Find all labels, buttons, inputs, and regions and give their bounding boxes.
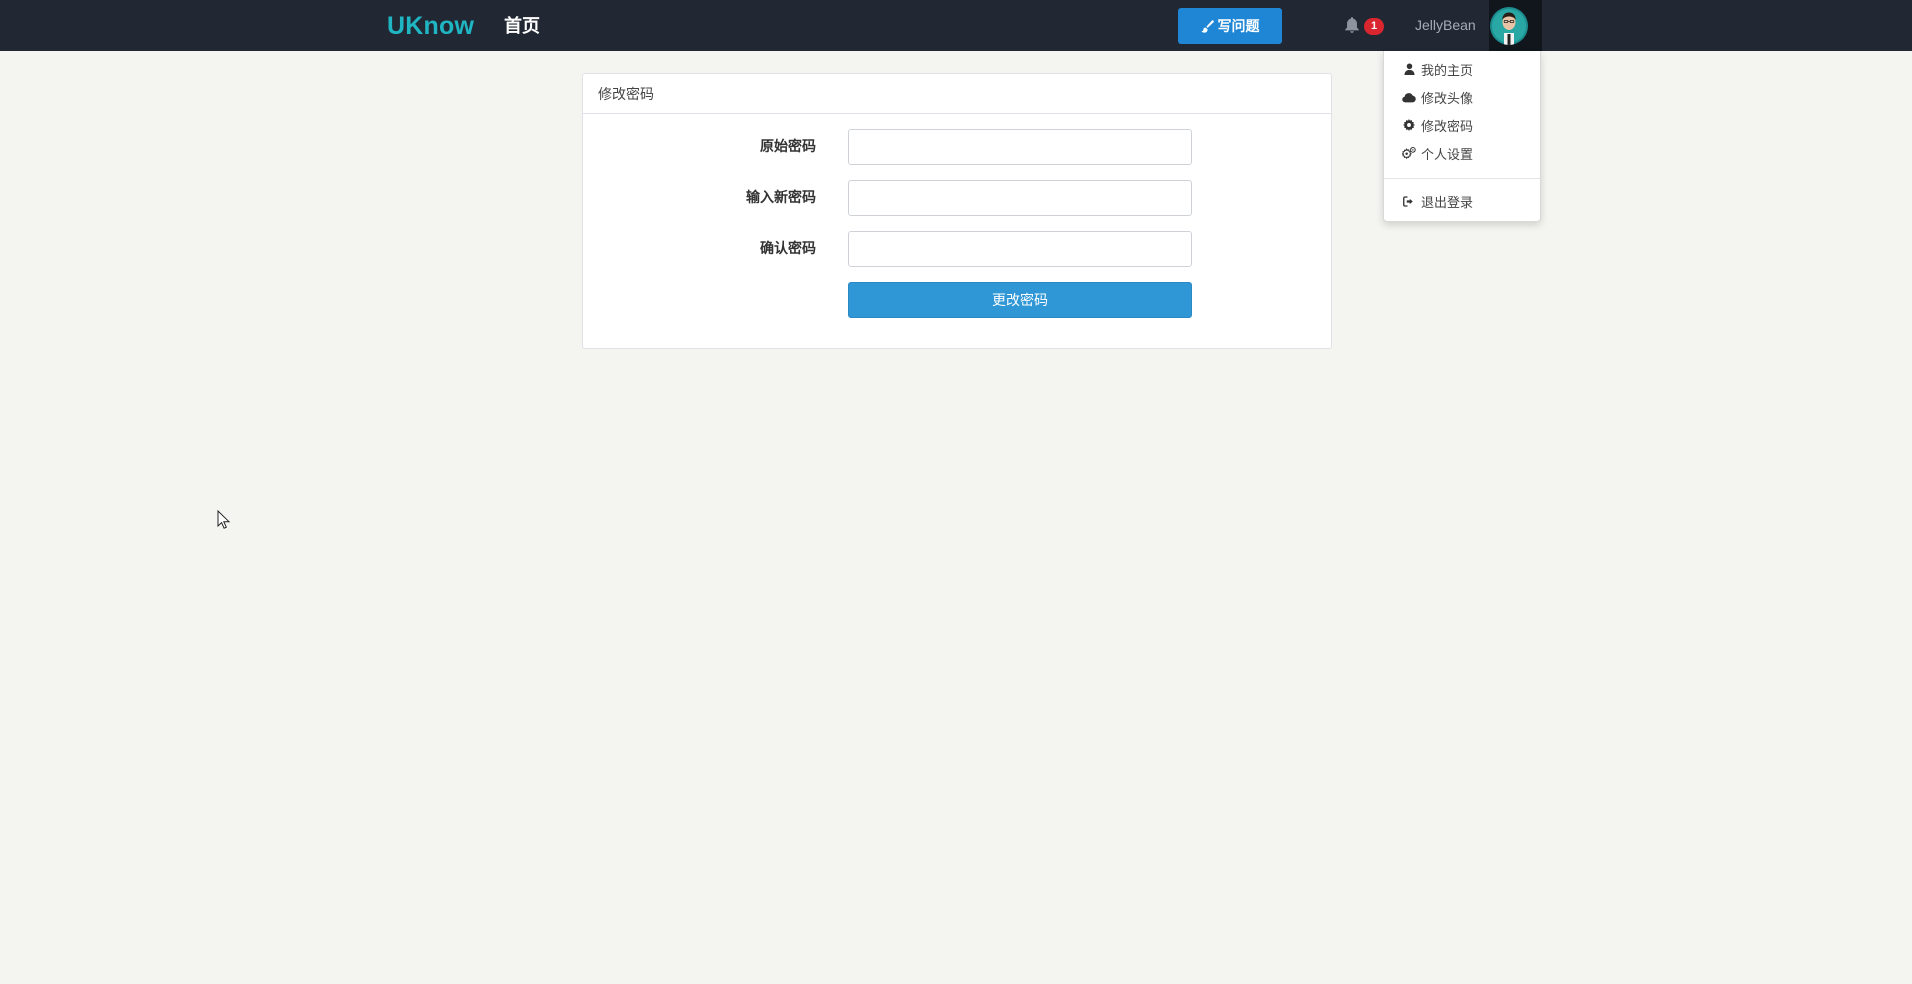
menu-item-change-password[interactable]: 修改密码: [1402, 115, 1473, 135]
write-question-label: 写问题: [1217, 18, 1260, 34]
new-password-label: 输入新密码: [746, 189, 816, 205]
menu-item-label: 修改头像: [1421, 90, 1474, 106]
menu-item-logout[interactable]: 退出登录: [1402, 191, 1473, 211]
menu-item-personal-settings[interactable]: 个人设置: [1402, 143, 1473, 163]
old-password-label: 原始密码: [760, 138, 816, 154]
notification-badge[interactable]: 1: [1364, 18, 1384, 35]
menu-item-label: 个人设置: [1421, 146, 1474, 162]
confirm-password-label: 确认密码: [760, 240, 816, 256]
user-dropdown-menu: 我的主页 修改头像 修改密码 个人设置 退出登录: [1383, 51, 1541, 222]
menu-item-change-avatar[interactable]: 修改头像: [1402, 87, 1473, 107]
change-password-panel: 修改密码 原始密码 输入新密码 确认密码 更改密码: [582, 73, 1332, 349]
new-password-input[interactable]: [848, 180, 1192, 216]
panel-title: 修改密码: [583, 74, 1331, 114]
old-password-input[interactable]: [848, 129, 1192, 165]
mouse-pointer-icon: [217, 509, 231, 530]
menu-item-my-homepage[interactable]: 我的主页: [1402, 59, 1473, 79]
gears-icon: [1402, 146, 1416, 160]
menu-item-label: 修改密码: [1421, 118, 1474, 134]
brand-logo[interactable]: UKnow: [387, 11, 474, 41]
sign-out-icon: [1402, 194, 1416, 208]
bell-icon[interactable]: [1343, 16, 1361, 34]
top-navbar: UKnow 首页 写问题 1 JellyBean: [0, 0, 1912, 51]
write-question-button[interactable]: 写问题: [1178, 8, 1282, 44]
cloud-icon: [1402, 90, 1416, 104]
menu-item-label: 退出登录: [1421, 194, 1474, 210]
menu-divider: [1384, 178, 1540, 179]
username-label[interactable]: JellyBean: [1415, 16, 1476, 34]
confirm-password-input[interactable]: [848, 231, 1192, 267]
user-icon: [1402, 62, 1416, 76]
avatar[interactable]: [1490, 7, 1528, 45]
nav-link-home[interactable]: 首页: [504, 14, 540, 38]
gear-icon: [1402, 118, 1416, 132]
change-password-button[interactable]: 更改密码: [848, 282, 1192, 318]
brush-icon: [1200, 19, 1214, 33]
menu-item-label: 我的主页: [1421, 62, 1474, 78]
